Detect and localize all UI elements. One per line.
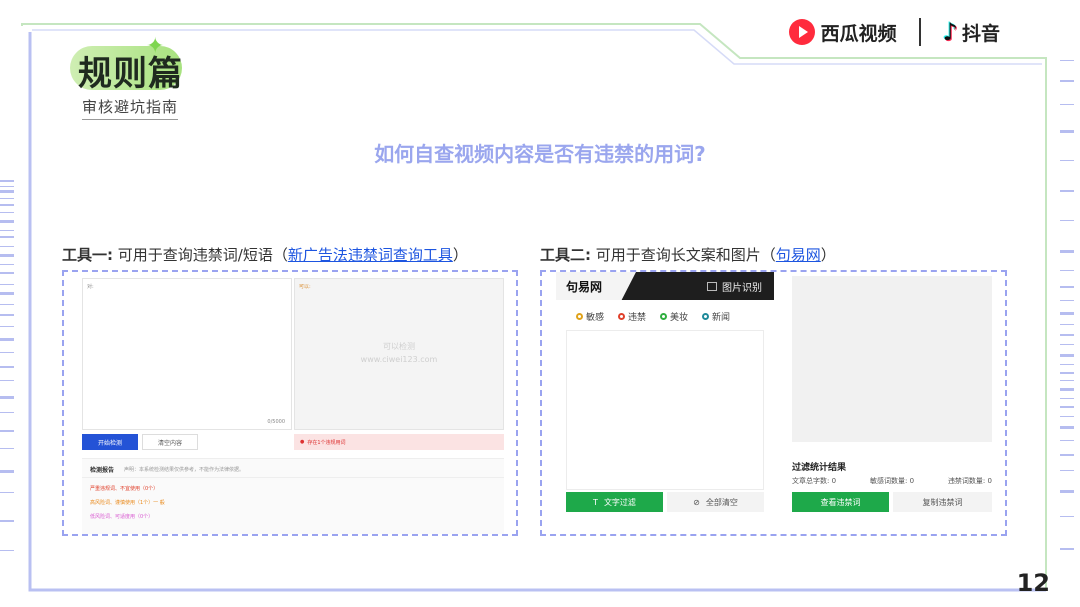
section-logo: ✦ 规则篇 审核避坑指南 bbox=[60, 34, 200, 130]
tool1-label: 工具一: 可用于查询违禁词/短语（新广告法违禁词查询工具） bbox=[62, 244, 468, 265]
tool2-link[interactable]: 句易网 bbox=[776, 246, 821, 264]
tool1-label-suffix: ） bbox=[452, 246, 468, 264]
tool1-report-desc: 声明：本系统检测结果仅供参考，不能作为法律依据。 bbox=[124, 467, 245, 473]
page-number: 12 bbox=[1016, 569, 1050, 597]
tool1-report-title: 检测报告 bbox=[90, 467, 115, 474]
trash-icon: ⊘ bbox=[693, 497, 700, 507]
brand-bar: 西瓜视频 ♪ 抖音 bbox=[788, 14, 1000, 50]
radio-icon bbox=[576, 313, 583, 320]
tool1-output-area: 可以: 可以检测 www.ciwei123.com bbox=[294, 278, 504, 430]
xigua-play-icon bbox=[788, 19, 815, 45]
category-news[interactable]: 新闻 bbox=[702, 310, 730, 323]
report-line-severe: 严重违规词、不宜使用（0个） bbox=[90, 486, 159, 492]
copy-banned-words-button[interactable]: 复制违禁词 bbox=[893, 492, 992, 512]
category-label: 美妆 bbox=[670, 313, 689, 323]
stats-title: 过滤统计结果 bbox=[792, 463, 847, 473]
tool1-label-prefix: 工具一: bbox=[62, 246, 113, 264]
tool2-label-suffix: ） bbox=[820, 246, 836, 264]
tool1-watermark-line1: 可以检测 bbox=[383, 342, 415, 351]
clear-content-button[interactable]: 清空内容 bbox=[142, 434, 198, 450]
stat-value: 0 bbox=[987, 477, 992, 485]
decorative-barcode-left bbox=[0, 180, 14, 551]
tool2-site-logo: 句易网 bbox=[556, 272, 637, 300]
radio-icon bbox=[660, 313, 668, 320]
warning-icon: ● bbox=[300, 439, 305, 445]
tool1-output-placeholder: 可以: bbox=[299, 284, 311, 290]
text-icon: T bbox=[593, 497, 598, 507]
section-subtitle: 审核避坑指南 bbox=[82, 96, 179, 120]
tool2-category-list: 敏感 违禁 美妆 新闻 bbox=[576, 310, 730, 323]
text-filter-button[interactable]: T 文字过滤 bbox=[566, 492, 663, 512]
image-recognition-tab[interactable]: 图片识别 bbox=[707, 279, 762, 294]
category-label: 违禁 bbox=[628, 313, 647, 323]
view-banned-words-button[interactable]: 查看违禁词 bbox=[792, 492, 889, 512]
sparkle-icon: ✦ bbox=[146, 34, 165, 59]
stat-value: 0 bbox=[831, 477, 837, 485]
stat-label: 敏感词数量: bbox=[869, 477, 908, 485]
tool1-input-area[interactable]: 对: 0/5000 bbox=[82, 278, 292, 430]
stat-value: 0 bbox=[909, 477, 915, 485]
tool2-site-name: 句易网 bbox=[566, 279, 603, 294]
stat-total-chars: 文章总字数: 0 bbox=[792, 476, 836, 486]
report-line-low: 低风险词、可适度用（0个） bbox=[90, 514, 154, 520]
tool2-label-text: 可用于查询长文案和图片（ bbox=[591, 246, 776, 264]
tool2-label: 工具二: 可用于查询长文案和图片（句易网） bbox=[540, 244, 836, 265]
tool2-text-input[interactable] bbox=[566, 330, 764, 490]
douyin-note-icon: ♪ bbox=[942, 18, 958, 46]
tool2-image-preview bbox=[792, 276, 992, 442]
tool1-warning-text: 存在1个违规用词 bbox=[307, 439, 346, 446]
tool1-warning-banner: ● 存在1个违规用词 bbox=[294, 434, 504, 450]
tool1-input-placeholder: 对: bbox=[87, 284, 94, 290]
tool1-char-count: 0/5000 bbox=[267, 419, 285, 425]
category-banned[interactable]: 违禁 bbox=[618, 310, 646, 323]
tool1-link[interactable]: 新广告法违禁词查询工具 bbox=[288, 246, 453, 264]
stats-row: 文章总字数: 0 敏感词数量: 0 违禁词数量: 0 bbox=[792, 476, 992, 486]
main-question: 如何自查视频内容是否有违禁的用词? bbox=[374, 142, 706, 166]
clear-all-label: 全部清空 bbox=[705, 497, 738, 507]
category-sensitive[interactable]: 敏感 bbox=[576, 310, 604, 323]
tool1-watermark-line2: www.ciwei123.com bbox=[360, 355, 438, 364]
stat-label: 违禁词数量: bbox=[947, 477, 986, 485]
stat-banned: 违禁词数量: 0 bbox=[948, 476, 992, 486]
report-line-high: 高风险词、谨慎使用（1个）一 般 bbox=[90, 500, 165, 506]
brand-douyin: 抖音 bbox=[961, 22, 1000, 45]
brand-xigua: 西瓜视频 bbox=[820, 22, 897, 45]
stat-label: 文章总字数: bbox=[792, 477, 830, 485]
brand-divider bbox=[918, 18, 921, 46]
stat-sensitive: 敏感词数量: 0 bbox=[870, 476, 914, 486]
tool2-screenshot-frame: 句易网 图片识别 敏感 违禁 美妆 新闻 T 文字过滤 ⊘ 全部清空 过滤统计结果 … bbox=[540, 270, 1007, 536]
tool2-label-prefix: 工具二: bbox=[540, 246, 591, 264]
tool1-screenshot-frame: 对: 0/5000 可以: 可以检测 www.ciwei123.com 开始检测… bbox=[62, 270, 518, 536]
radio-icon bbox=[618, 313, 626, 320]
image-icon bbox=[707, 281, 717, 291]
clear-all-button[interactable]: ⊘ 全部清空 bbox=[667, 492, 764, 512]
image-recognition-label: 图片识别 bbox=[722, 282, 762, 294]
text-filter-label: 文字过滤 bbox=[603, 497, 636, 507]
tool2-site-header: 句易网 图片识别 bbox=[556, 272, 774, 300]
section-title: 规则篇 bbox=[78, 54, 183, 94]
category-beauty[interactable]: 美妆 bbox=[660, 310, 688, 323]
tool1-label-text: 可用于查询违禁词/短语（ bbox=[113, 246, 288, 264]
tool1-report-panel: 检测报告 声明：本系统检测结果仅供参考，不能作为法律依据。 严重违规词、不宜使用… bbox=[82, 458, 504, 534]
category-label: 新闻 bbox=[712, 313, 731, 323]
start-check-button[interactable]: 开始检测 bbox=[82, 434, 138, 450]
radio-icon bbox=[702, 313, 710, 320]
category-label: 敏感 bbox=[586, 313, 605, 323]
